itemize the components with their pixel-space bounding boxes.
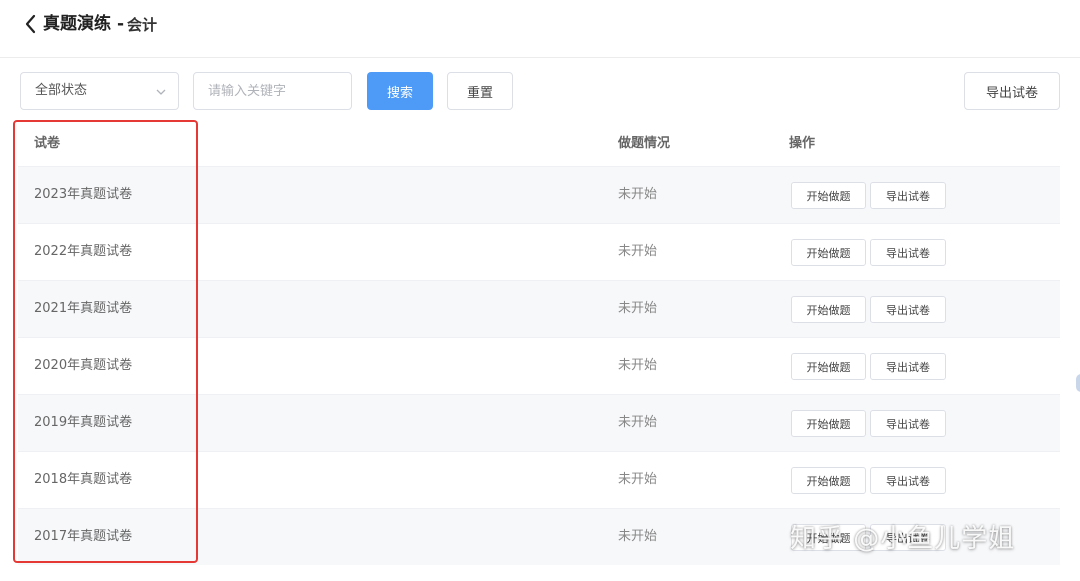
paper-status: 未开始 [618, 244, 658, 259]
start-practice-button[interactable]: 开始做题 [791, 182, 866, 209]
paper-title: 2022年真题试卷 [34, 244, 133, 259]
table-body: 2023年真题试卷 未开始 开始做题 导出试卷 2022年真题试卷 未开始 开始… [18, 166, 1060, 565]
papers-table: 试卷 做题情况 操作 2023年真题试卷 未开始 开始做题 导出试卷 2022年… [18, 122, 1060, 565]
table-header: 试卷 做题情况 操作 [18, 122, 1060, 166]
paper-status: 未开始 [618, 187, 658, 202]
chevron-left-icon [25, 14, 36, 34]
export-paper-button[interactable]: 导出试卷 [870, 524, 946, 551]
paper-status: 未开始 [618, 358, 658, 373]
start-practice-button[interactable]: 开始做题 [791, 524, 866, 551]
export-paper-button[interactable]: 导出试卷 [870, 353, 946, 380]
table-row: 2021年真题试卷 未开始 开始做题 导出试卷 [18, 280, 1060, 337]
status-select[interactable]: 全部状态 [20, 72, 179, 110]
export-paper-button[interactable]: 导出试卷 [870, 239, 946, 266]
paper-title: 2021年真题试卷 [34, 301, 133, 316]
paper-title: 2023年真题试卷 [34, 187, 133, 202]
page-header: 真题演练 - 会计 [0, 0, 1080, 58]
export-papers-button[interactable]: 导出试卷 [964, 72, 1060, 110]
search-button[interactable]: 搜索 [367, 72, 433, 110]
column-header-status: 做题情况 [618, 136, 671, 151]
table-row: 2020年真题试卷 未开始 开始做题 导出试卷 [18, 337, 1060, 394]
start-practice-button[interactable]: 开始做题 [791, 296, 866, 323]
export-paper-button[interactable]: 导出试卷 [870, 467, 946, 494]
start-practice-button[interactable]: 开始做题 [791, 410, 866, 437]
page-title: 真题演练 [43, 14, 111, 34]
table-row: 2022年真题试卷 未开始 开始做题 导出试卷 [18, 223, 1060, 280]
start-practice-button[interactable]: 开始做题 [791, 353, 866, 380]
paper-title: 2019年真题试卷 [34, 415, 133, 430]
paper-title: 2017年真题试卷 [34, 529, 133, 544]
title-separator: - [117, 14, 125, 34]
table-row: 2018年真题试卷 未开始 开始做题 导出试卷 [18, 451, 1060, 508]
column-header-paper: 试卷 [34, 136, 61, 151]
paper-title: 2018年真题试卷 [34, 472, 133, 487]
export-paper-button[interactable]: 导出试卷 [870, 296, 946, 323]
chevron-down-icon [156, 89, 166, 95]
start-practice-button[interactable]: 开始做题 [791, 467, 866, 494]
paper-status: 未开始 [618, 472, 658, 487]
paper-status: 未开始 [618, 529, 658, 544]
status-select-value: 全部状态 [35, 83, 88, 98]
side-scroll-handle[interactable] [1076, 374, 1080, 392]
paper-status: 未开始 [618, 301, 658, 316]
back-button[interactable] [22, 13, 40, 35]
table-row: 2023年真题试卷 未开始 开始做题 导出试卷 [18, 166, 1060, 223]
keyword-input[interactable] [193, 72, 352, 110]
export-paper-button[interactable]: 导出试卷 [870, 410, 946, 437]
reset-button[interactable]: 重置 [447, 72, 513, 110]
export-paper-button[interactable]: 导出试卷 [870, 182, 946, 209]
paper-title: 2020年真题试卷 [34, 358, 133, 373]
start-practice-button[interactable]: 开始做题 [791, 239, 866, 266]
page-subtitle: 会计 [127, 16, 158, 34]
column-header-actions: 操作 [789, 136, 816, 151]
table-row: 2017年真题试卷 未开始 开始做题 导出试卷 [18, 508, 1060, 565]
table-row: 2019年真题试卷 未开始 开始做题 导出试卷 [18, 394, 1060, 451]
paper-status: 未开始 [618, 415, 658, 430]
